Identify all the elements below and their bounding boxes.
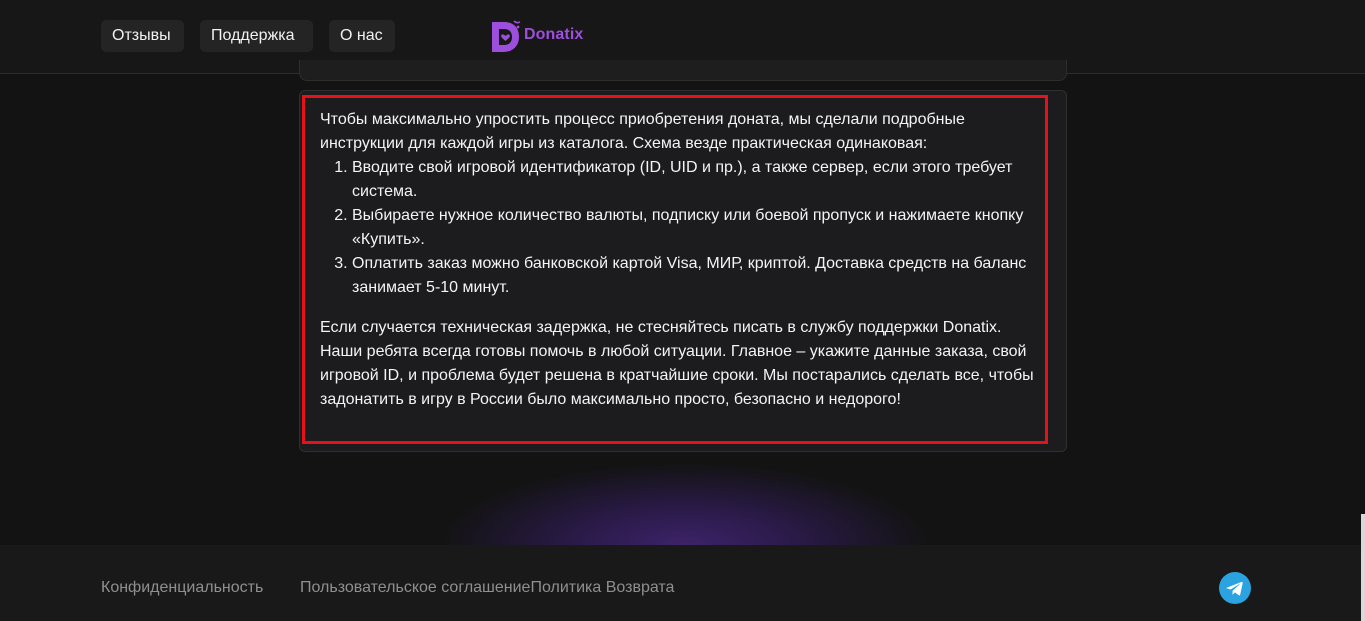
footer-privacy-link[interactable]: Конфиденциальность [101, 579, 263, 597]
page: Отзывы Поддержка О нас Donatix Чтобы мак… [0, 0, 1365, 621]
site-footer: Конфиденциальность Пользовательское согл… [0, 545, 1365, 621]
telegram-icon[interactable] [1219, 572, 1251, 604]
steps-list: Вводите свой игровой идентификатор (ID, … [320, 156, 1045, 300]
footer-terms-link[interactable]: Пользовательское соглашениеПолитика Возв… [300, 579, 674, 597]
nav-reviews-button[interactable]: Отзывы [101, 20, 184, 52]
page-scrollbar[interactable] [1361, 514, 1365, 621]
donatix-logo-icon [490, 20, 522, 54]
previous-card [299, 60, 1067, 81]
nav-support-button[interactable]: Поддержка [200, 20, 313, 52]
logo-text: Donatix [524, 26, 584, 43]
info-card-text: Чтобы максимально упростить процесс прио… [320, 108, 1045, 412]
outro-paragraph: Если случается техническая задержка, не … [320, 319, 1034, 408]
list-item: Вводите свой игровой идентификатор (ID, … [352, 156, 1045, 204]
list-item: Оплатить заказ можно банковской картой V… [352, 252, 1045, 300]
nav-about-button[interactable]: О нас [329, 20, 395, 52]
decorative-glow [400, 440, 970, 545]
intro-paragraph: Чтобы максимально упростить процесс прио… [320, 111, 965, 152]
logo-link[interactable]: Donatix [490, 20, 583, 54]
list-item: Выбираете нужное количество валюты, подп… [352, 204, 1045, 252]
